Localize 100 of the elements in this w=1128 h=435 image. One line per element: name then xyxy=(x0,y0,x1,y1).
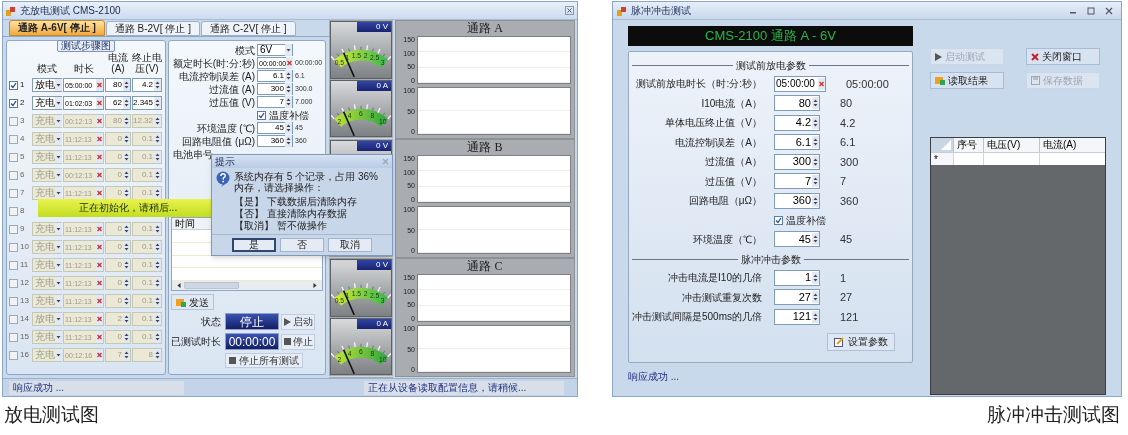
spinner-icon[interactable] xyxy=(123,133,130,145)
spinner-icon[interactable] xyxy=(123,169,130,181)
checkbox[interactable] xyxy=(9,152,18,162)
number-field[interactable]: 7 xyxy=(774,173,820,190)
checkbox[interactable] xyxy=(9,224,18,234)
stop-button[interactable]: 停止 xyxy=(281,333,315,350)
spinner-icon[interactable] xyxy=(154,97,162,109)
caret-icon[interactable] xyxy=(55,115,62,127)
caret-icon[interactable] xyxy=(55,259,62,271)
number-field[interactable]: 45 xyxy=(774,231,820,248)
caret-icon[interactable] xyxy=(55,133,62,145)
spinner-icon[interactable] xyxy=(123,223,130,235)
clear-icon[interactable] xyxy=(96,97,103,109)
number-field[interactable]: 121 xyxy=(774,308,820,325)
dialog-button[interactable]: 否 xyxy=(280,238,324,252)
spinner-icon[interactable] xyxy=(123,187,130,199)
checkbox[interactable] xyxy=(774,215,783,225)
checkbox[interactable] xyxy=(9,332,18,342)
clear-icon[interactable] xyxy=(96,115,103,127)
spinner-icon[interactable] xyxy=(812,310,819,323)
number-field[interactable]: 0.1 xyxy=(132,312,162,326)
number-field[interactable]: 27 xyxy=(774,289,820,306)
spinner-icon[interactable] xyxy=(123,97,130,109)
clear-icon[interactable] xyxy=(96,133,103,145)
stop-all-button[interactable]: 停止所有测试 xyxy=(225,353,303,368)
send-button[interactable]: 发送 xyxy=(171,294,214,310)
spinner-icon[interactable] xyxy=(154,241,161,253)
dialog-button[interactable]: 取消 xyxy=(328,238,372,252)
checkbox[interactable] xyxy=(9,350,18,360)
spinner-icon[interactable] xyxy=(154,313,161,325)
close-icon[interactable] xyxy=(565,6,574,15)
dropdown[interactable]: 充电 xyxy=(32,168,62,182)
clear-icon[interactable] xyxy=(96,259,103,271)
spinner-icon[interactable] xyxy=(154,187,161,199)
checkbox[interactable] xyxy=(9,206,18,216)
clear-icon[interactable] xyxy=(96,169,103,181)
checkbox[interactable] xyxy=(9,278,18,288)
number-field[interactable]: 0.1 xyxy=(132,132,162,146)
horizontal-scrollbar[interactable] xyxy=(172,281,322,290)
spinner-icon[interactable] xyxy=(812,155,819,168)
number-field[interactable]: 7 xyxy=(257,96,293,108)
spinner-icon[interactable] xyxy=(154,133,161,145)
caret-icon[interactable] xyxy=(55,277,62,289)
dropdown[interactable]: 充电 xyxy=(32,132,62,146)
spinner-icon[interactable] xyxy=(123,331,130,343)
clear-icon[interactable] xyxy=(96,79,103,91)
number-field[interactable]: 2 xyxy=(105,312,131,326)
dropdown[interactable]: 充电 xyxy=(32,330,62,344)
dropdown[interactable]: 放电 xyxy=(32,78,62,92)
number-field[interactable]: 300 xyxy=(774,153,820,170)
maximize-icon[interactable] xyxy=(1087,6,1095,15)
tab[interactable]: 通路 B-2V[ 停止 ] xyxy=(105,21,200,36)
clear-icon[interactable] xyxy=(96,223,103,235)
number-field[interactable]: 1 xyxy=(774,269,820,286)
spinner-icon[interactable] xyxy=(154,349,161,361)
dialog-button[interactable]: 是 xyxy=(232,238,276,252)
dropdown[interactable]: 放电 xyxy=(32,312,62,326)
number-field[interactable]: 0.1 xyxy=(132,258,162,272)
spinner-icon[interactable] xyxy=(123,241,130,253)
number-field[interactable]: 62 xyxy=(105,96,131,110)
checkbox[interactable] xyxy=(9,188,18,198)
spinner-icon[interactable] xyxy=(812,116,819,129)
clear-icon[interactable] xyxy=(96,295,103,307)
caret-icon[interactable] xyxy=(55,241,62,253)
caret-icon[interactable] xyxy=(285,44,292,56)
time-field[interactable]: 05:00:00 xyxy=(774,75,826,92)
clear-icon[interactable] xyxy=(96,187,103,199)
checkbox[interactable] xyxy=(9,314,18,324)
number-field[interactable]: 6.1 xyxy=(257,70,293,82)
dropdown[interactable]: 充电 xyxy=(32,186,62,200)
number-field[interactable]: 80 xyxy=(105,114,131,128)
open-button[interactable]: 读取结果 xyxy=(930,72,1004,89)
close-button[interactable]: 关闭窗口 xyxy=(1026,48,1100,65)
spinner-icon[interactable] xyxy=(285,135,292,147)
number-field[interactable]: 4.2 xyxy=(774,114,820,131)
spinner-icon[interactable] xyxy=(812,97,819,110)
dropdown[interactable]: 充电 xyxy=(32,114,62,128)
number-field[interactable]: 80 xyxy=(105,78,131,92)
checkbox[interactable] xyxy=(9,260,18,270)
number-field[interactable]: 0.1 xyxy=(132,240,162,254)
checkbox[interactable] xyxy=(9,98,18,108)
caret-icon[interactable] xyxy=(55,313,62,325)
clear-icon[interactable] xyxy=(286,57,294,69)
caret-icon[interactable] xyxy=(55,97,62,109)
dropdown[interactable]: 充电 xyxy=(32,240,62,254)
tab[interactable]: 通路 C-2V[ 停止 ] xyxy=(200,21,296,36)
spinner-icon[interactable] xyxy=(123,259,130,271)
number-field[interactable]: 12.32 xyxy=(132,114,162,128)
caret-icon[interactable] xyxy=(55,151,62,163)
caret-icon[interactable] xyxy=(55,187,62,199)
spinner-icon[interactable] xyxy=(812,175,819,188)
number-field[interactable]: 0.1 xyxy=(132,222,162,236)
checkbox[interactable] xyxy=(9,134,18,144)
spinner-icon[interactable] xyxy=(154,295,161,307)
number-field[interactable]: 0.1 xyxy=(132,276,162,290)
spinner-icon[interactable] xyxy=(154,151,161,163)
number-field[interactable]: 0.1 xyxy=(132,150,162,164)
spinner-icon[interactable] xyxy=(285,96,292,108)
checkbox[interactable] xyxy=(9,296,18,306)
clear-icon[interactable] xyxy=(96,277,103,289)
